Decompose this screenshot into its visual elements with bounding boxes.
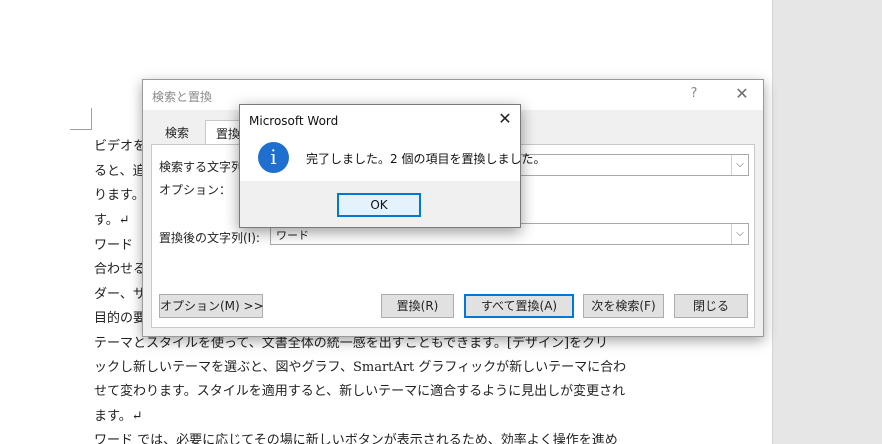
search-label: 検索する文字列( xyxy=(159,160,248,174)
close-button[interactable]: 閉じる xyxy=(674,294,748,318)
doc-line: せて変わります。スタイルを適用すると、新しいテーマに適合するように見出しが変更さ… xyxy=(94,384,626,399)
message-text: 完了しました。2 個の項目を置換しました。 xyxy=(306,152,546,166)
replace-all-button[interactable]: すべて置換(A) xyxy=(464,294,574,318)
doc-line: ビデオを xyxy=(94,139,147,154)
doc-line: 目的の要 xyxy=(94,311,147,326)
margin-corner-mark xyxy=(70,108,92,130)
chevron-down-icon[interactable]: ⌵ xyxy=(731,224,748,244)
message-box-title: Microsoft Word xyxy=(249,114,339,128)
message-box-body: i 完了しました。2 個の項目を置換しました。 xyxy=(240,135,545,181)
chevron-down-icon[interactable]: ⌵ xyxy=(731,155,748,175)
options-button[interactable]: オプション(M) >> xyxy=(159,294,264,318)
replace-input-value: ワード xyxy=(276,229,309,242)
options-label: オプション： xyxy=(159,183,232,197)
doc-line: ると、追 xyxy=(94,164,146,179)
doc-line: ダー、サ xyxy=(94,287,146,302)
doc-line: 合わせる xyxy=(94,262,147,277)
find-replace-title: 検索と置換 xyxy=(152,90,213,104)
tab-search[interactable]: 検索 xyxy=(155,120,199,144)
doc-line: ワード では、必要に応じてその場に新しいボタンが表示されるため、効率よく操作を進… xyxy=(94,433,618,444)
help-button[interactable]: ? xyxy=(683,86,705,104)
doc-line: ックし新しいテーマを選ぶと、図やグラフ、SmartArt グラフィックが新しいテ… xyxy=(94,360,627,375)
doc-line: ワード xyxy=(94,238,134,253)
message-box-titlebar[interactable]: Microsoft Word ✕ xyxy=(240,105,520,135)
doc-line: す。↵ xyxy=(94,213,130,228)
doc-line: ます。↵ xyxy=(94,409,143,424)
find-next-button[interactable]: 次を検索(F) xyxy=(583,294,664,318)
info-icon: i xyxy=(258,142,289,173)
message-box-close-button[interactable]: ✕ xyxy=(494,109,516,131)
replace-label: 置換後の文字列(I): xyxy=(159,231,260,245)
ok-button[interactable]: OK xyxy=(337,193,421,217)
replace-button[interactable]: 置換(R) xyxy=(381,294,454,318)
message-box: Microsoft Word ✕ i 完了しました。2 個の項目を置換しました。… xyxy=(239,104,545,228)
find-replace-close-button[interactable]: ✕ xyxy=(731,84,753,104)
